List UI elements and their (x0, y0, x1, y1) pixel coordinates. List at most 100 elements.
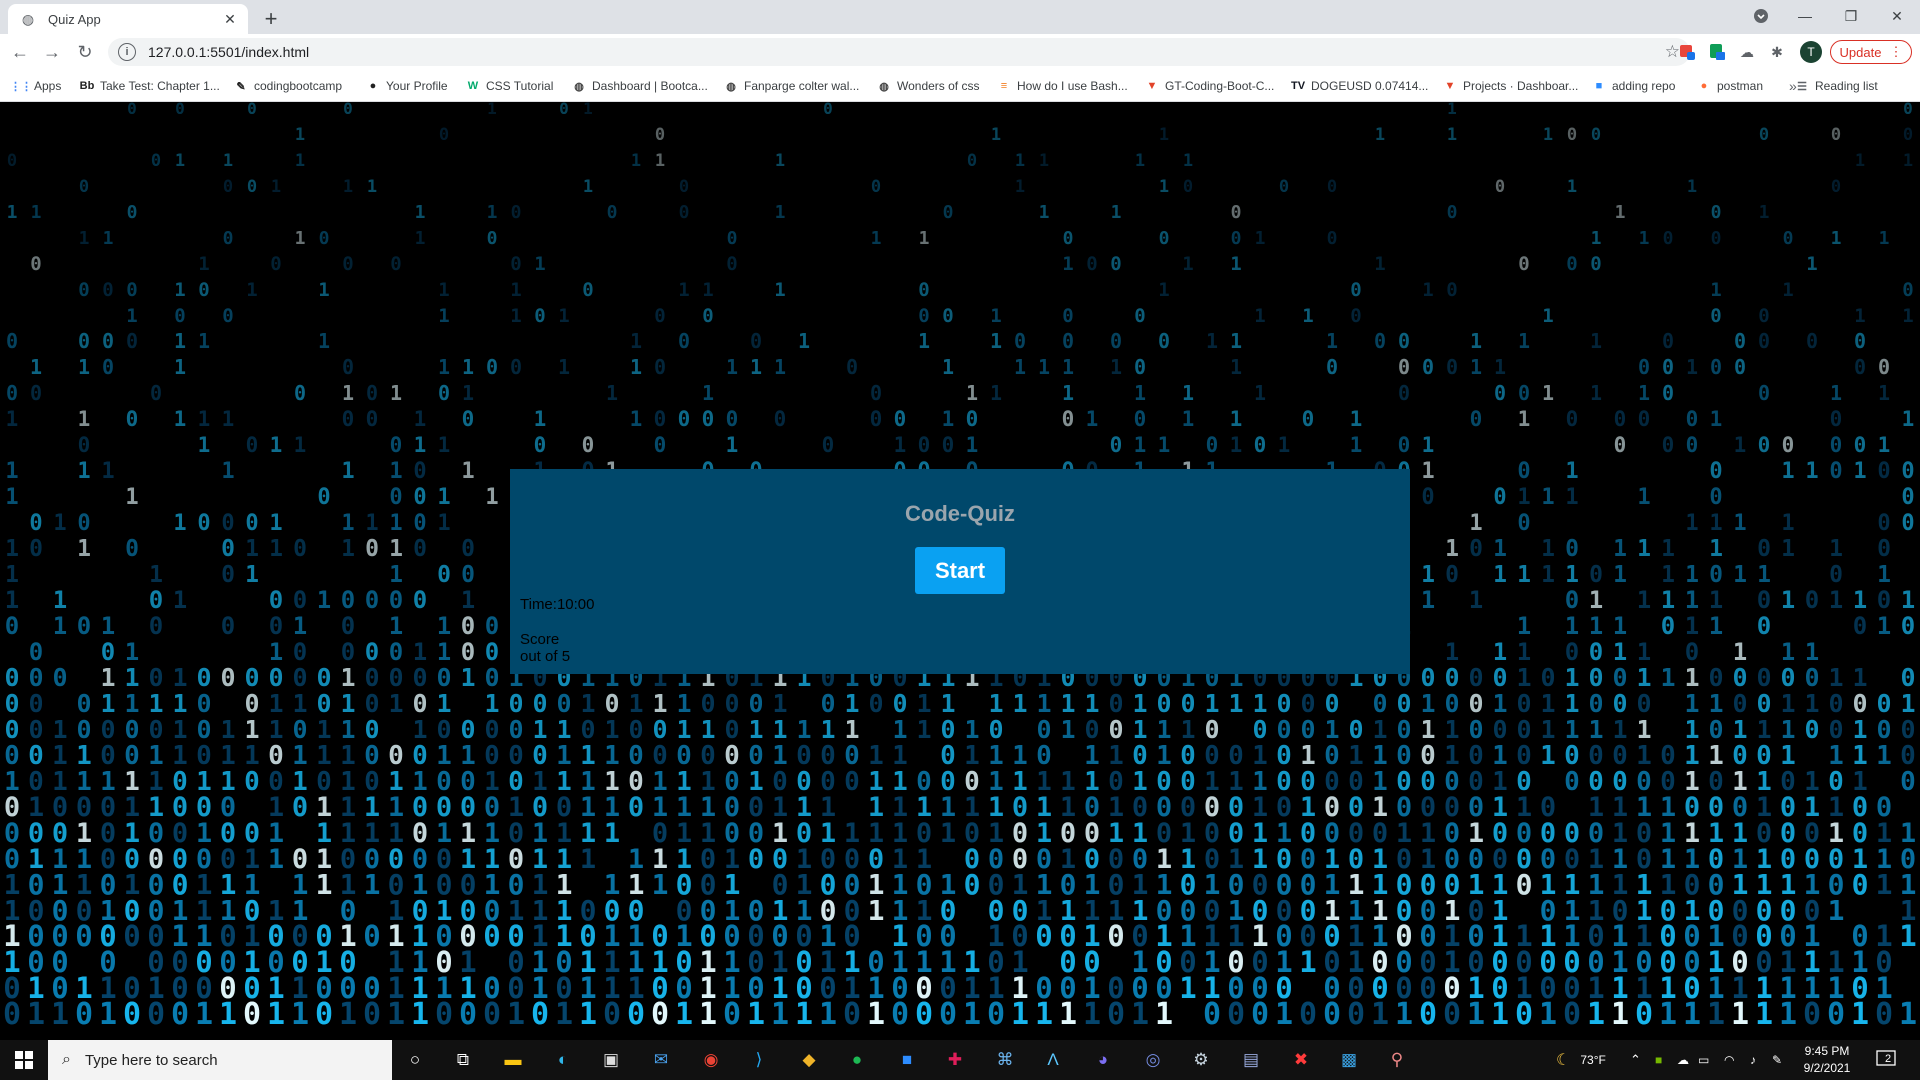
onedrive-icon[interactable]: ☁ (1677, 1040, 1689, 1080)
reload-icon[interactable]: ↻ (73, 40, 97, 64)
discord-icon[interactable]: ◎ (1138, 1046, 1168, 1074)
slack-icon[interactable]: ✚ (940, 1046, 970, 1074)
mail-icon[interactable]: ✉ (646, 1046, 676, 1074)
vscode-icon[interactable]: ⟩ (744, 1046, 774, 1074)
restore-icon[interactable]: ❐ (1828, 0, 1874, 32)
binary-digit: 0 (196, 689, 211, 718)
cloud-extension-icon[interactable]: ☁ (1736, 41, 1758, 63)
binary-digit: 1 (1299, 945, 1316, 979)
photos-icon[interactable]: ▩ (1334, 1046, 1364, 1074)
binary-digit: 0 (942, 433, 955, 457)
binary-digit: 0 (534, 433, 547, 457)
binary-digit: 0 (1565, 638, 1579, 666)
system-clock[interactable]: 9:45 PM 9/2/2021 (1794, 1043, 1860, 1077)
bookmark-item[interactable]: ■ adding repo (1592, 77, 1676, 95)
address-bar[interactable]: i 127.0.0.1:5501/index.html ☆ (108, 38, 1690, 66)
app-icon[interactable]: ⌘ (990, 1046, 1020, 1074)
extension-icon[interactable] (1676, 41, 1698, 63)
browser-app-icon[interactable]: ◕ (1088, 1046, 1118, 1074)
zoom-icon[interactable]: ■ (892, 1046, 922, 1074)
binary-digit: 1 (318, 329, 330, 353)
binary-digit: 1 (556, 715, 571, 744)
wifi-icon[interactable]: ◠ (1724, 1040, 1734, 1080)
binary-digit: 1 (1707, 997, 1725, 1032)
binary-digit: 0 (1662, 381, 1674, 405)
forward-icon[interactable]: → (40, 40, 64, 64)
site-info-icon[interactable]: i (118, 43, 136, 61)
start-button[interactable]: Start (915, 547, 1005, 594)
profile-menu-icon[interactable] (1738, 0, 1784, 32)
spotify-icon[interactable]: ● (842, 1046, 872, 1074)
store-icon[interactable]: ▣ (596, 1046, 626, 1074)
battery-icon[interactable]: ▭ (1698, 1040, 1709, 1080)
azure-data-studio-icon[interactable]: Λ (1038, 1046, 1068, 1074)
binary-digit: 1 (1828, 663, 1843, 692)
binary-digit: 1 (1062, 253, 1073, 275)
close-window-icon[interactable]: ✕ (1874, 0, 1920, 32)
binary-digit: 1 (342, 381, 354, 405)
task-view-icon[interactable]: ⧉ (448, 1046, 478, 1074)
browser-tab[interactable]: ◍ Quiz App ✕ (8, 4, 248, 34)
bookmark-item[interactable]: ▼ GT-Coding-Boot-C... (1145, 77, 1275, 95)
bookmark-item[interactable]: TV DOGEUSD 0.07414... (1291, 77, 1428, 95)
binary-digit: 0 (4, 663, 19, 692)
bookmark-item[interactable]: ≡ How do I use Bash... (997, 77, 1128, 95)
back-icon[interactable]: ← (8, 40, 32, 64)
binary-digit: 0 (654, 407, 667, 431)
clock-date: 9/2/2021 (1803, 1061, 1851, 1075)
binary-digit: 0 (221, 612, 235, 640)
taskbar-search-box[interactable]: ⌕ Type here to search (48, 1040, 392, 1080)
tray-overflow-icon[interactable]: ⌃ (1630, 1040, 1641, 1080)
chrome-icon[interactable]: ◉ (696, 1046, 726, 1074)
bookmark-item[interactable]: ◍ Dashboard | Bootca... (572, 77, 708, 95)
file-explorer-icon[interactable]: ▬ (498, 1046, 528, 1074)
extension-de-icon[interactable] (1706, 41, 1728, 63)
pinned-app-icon[interactable]: ⚲ (1382, 1046, 1412, 1074)
binary-digit: 1 (1564, 663, 1579, 692)
new-tab-button[interactable]: + (258, 6, 284, 32)
pen-workspace-icon[interactable]: ✎ (1772, 1040, 1782, 1080)
pdf-app-icon[interactable]: ✖ (1286, 1046, 1316, 1074)
binary-digit: 0 (1110, 433, 1123, 457)
close-tab-icon[interactable]: ✕ (220, 9, 240, 29)
bookmark-item[interactable]: ▼ Projects · Dashboar... (1443, 77, 1579, 95)
bookmarks-overflow-icon[interactable]: » (1789, 77, 1797, 95)
binary-digit: 0 (966, 407, 979, 431)
cortana-icon[interactable]: ○ (400, 1046, 430, 1074)
weather-tray[interactable]: ☾ 73°F (1556, 1040, 1606, 1080)
binary-digit: 0 (1877, 536, 1891, 562)
binary-digit: 1 (1637, 536, 1651, 562)
steam-icon[interactable]: ⚙ (1186, 1046, 1216, 1074)
reading-list[interactable]: ☰ Reading list (1795, 77, 1878, 95)
notification-center-icon[interactable]: 2 (1876, 1040, 1898, 1080)
windows-taskbar: ⌕ Type here to search ○ ⧉ ▬ ◐ ▣ ✉ ◉ ⟩ ◆ … (0, 1040, 1920, 1080)
nvidia-icon[interactable]: ■ (1655, 1040, 1662, 1080)
bookmark-item[interactable]: W CSS Tutorial (466, 77, 554, 95)
binary-digit: 1 (1039, 151, 1049, 171)
bookmark-item[interactable]: Bb Take Test: Chapter 1... (80, 77, 220, 95)
binary-digit: 1 (1780, 689, 1795, 718)
bookmark-item[interactable]: ◍ Wonders of css (877, 77, 979, 95)
notepad-icon[interactable]: ▤ (1236, 1046, 1266, 1074)
volume-icon[interactable]: ♪ (1750, 1040, 1756, 1080)
bookmark-item[interactable]: ⋮⋮ Apps (10, 77, 61, 95)
profile-avatar[interactable]: T (1800, 41, 1822, 63)
binary-digit: 1 (676, 689, 691, 718)
edge-icon[interactable]: ◐ (548, 1046, 578, 1074)
start-menu-button[interactable] (0, 1040, 48, 1080)
binary-digit: 1 (389, 612, 403, 640)
update-button[interactable]: Update ⋮ (1830, 40, 1912, 64)
binary-digit: 1 (52, 715, 67, 744)
git-kraken-icon[interactable]: ◆ (794, 1046, 824, 1074)
binary-digit: 0 (964, 868, 981, 901)
puzzle-extensions-icon[interactable]: ✱ (1766, 41, 1788, 63)
binary-digit: 1 (1830, 381, 1842, 405)
binary-digit: 0 (147, 997, 165, 1032)
binary-digit: 0 (77, 511, 90, 536)
minimize-icon[interactable]: — (1782, 0, 1828, 32)
binary-digit: 1 (558, 355, 570, 379)
bookmark-item[interactable]: ● postman (1697, 77, 1763, 95)
bookmark-item[interactable]: ◍ Fanparge colter wal... (724, 77, 859, 95)
bookmark-item[interactable]: ✎ codingbootcamp (234, 77, 342, 95)
bookmark-item[interactable]: ● Your Profile (366, 77, 448, 95)
